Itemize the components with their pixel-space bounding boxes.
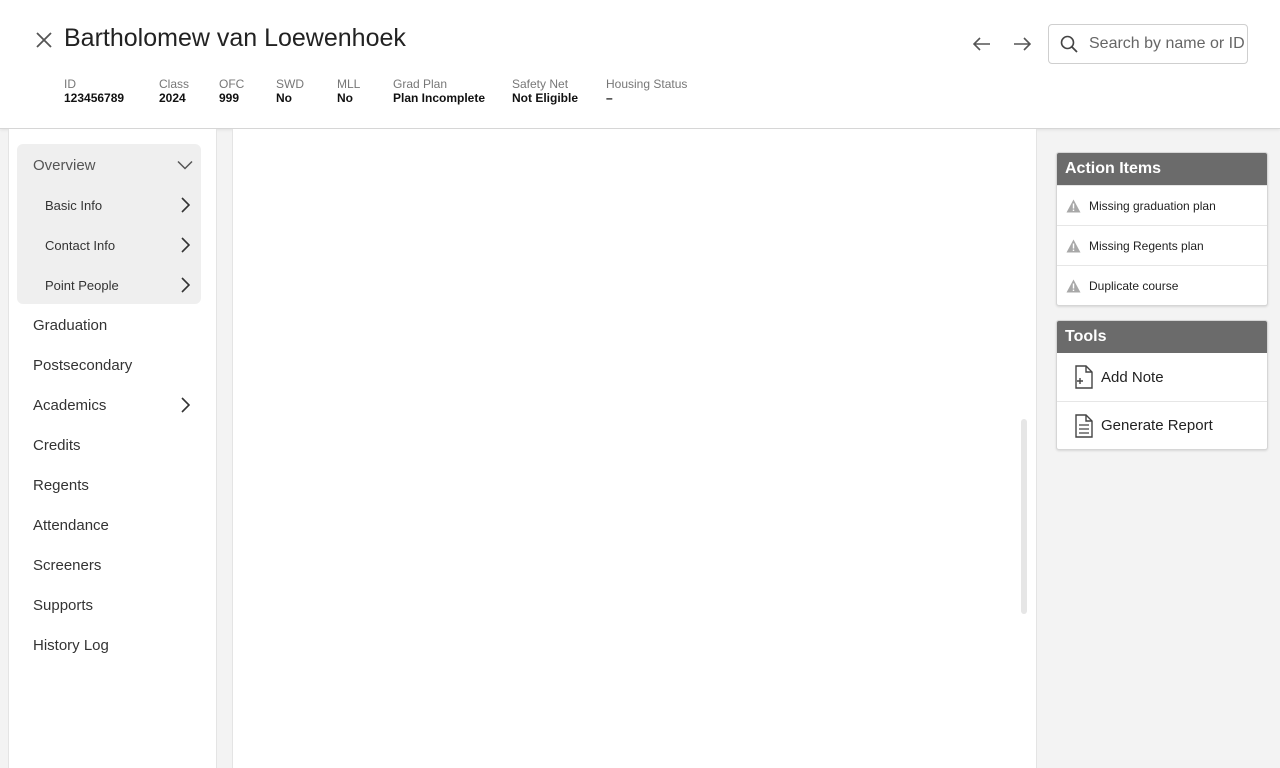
sidebar-item-label: Academics bbox=[33, 396, 107, 414]
chevron-right-icon bbox=[177, 197, 193, 213]
chevron-down-icon bbox=[177, 157, 193, 173]
tool-label: Add Note bbox=[1101, 368, 1164, 386]
sidebar-item-attendance[interactable]: Attendance bbox=[33, 514, 193, 536]
next-student-button[interactable] bbox=[1010, 30, 1034, 58]
sidebar-item-label: Supports bbox=[33, 596, 94, 614]
sidebar-item-label: Attendance bbox=[33, 516, 109, 534]
sidebar-item-graduation[interactable]: Graduation bbox=[33, 314, 193, 336]
overview-group: Overview Basic Info Contact Info Point P… bbox=[17, 144, 201, 304]
chevron-right-icon bbox=[177, 277, 193, 293]
sidebar-item-label: History Log bbox=[33, 636, 109, 654]
tools-panel: Tools Add Note Generate Report bbox=[1056, 320, 1268, 450]
sidebar-item-academics[interactable]: Academics bbox=[33, 394, 193, 416]
action-item[interactable]: Duplicate course bbox=[1057, 265, 1267, 305]
sidebar-item-label: Overview bbox=[33, 156, 96, 174]
previous-student-button[interactable] bbox=[970, 30, 994, 58]
action-item-label: Duplicate course bbox=[1089, 278, 1179, 293]
sidebar-item-postsecondary[interactable]: Postsecondary bbox=[33, 354, 193, 376]
meta-value: 999 bbox=[219, 91, 240, 105]
sidebar-item-credits[interactable]: Credits bbox=[33, 434, 193, 456]
action-items-panel: Action Items Missing graduation plan Mis… bbox=[1056, 152, 1268, 306]
meta-label: MLL bbox=[337, 77, 361, 91]
action-item[interactable]: Missing Regents plan bbox=[1057, 225, 1267, 265]
meta-ofc: OFC 999 bbox=[219, 77, 244, 105]
meta-value: 2024 bbox=[159, 91, 186, 105]
sidebar-item-label: Credits bbox=[33, 436, 81, 454]
meta-label: Safety Net bbox=[512, 77, 569, 91]
meta-id: ID 123456789 bbox=[64, 77, 124, 105]
sidebar-item-history-log[interactable]: History Log bbox=[33, 634, 193, 656]
search-icon bbox=[1049, 25, 1089, 63]
meta-label: Class bbox=[159, 77, 190, 91]
sidebar-item-basic-info[interactable]: Basic Info bbox=[45, 194, 193, 216]
meta-label: OFC bbox=[219, 77, 245, 91]
sidebar-nav: Overview Basic Info Contact Info Point P… bbox=[8, 129, 217, 768]
sidebar-item-label: Point People bbox=[45, 277, 119, 293]
meta-value: No bbox=[337, 91, 353, 105]
meta-grad-plan: Grad Plan Plan Incomplete bbox=[393, 77, 485, 105]
meta-value: – bbox=[606, 91, 613, 105]
close-icon bbox=[36, 32, 52, 48]
sidebar-item-label: Graduation bbox=[33, 316, 108, 334]
warning-icon bbox=[1065, 198, 1081, 214]
sidebar-item-label: Regents bbox=[33, 476, 89, 494]
sidebar-item-supports[interactable]: Supports bbox=[33, 594, 193, 616]
student-navigation bbox=[970, 30, 1034, 58]
meta-class: Class 2024 bbox=[159, 77, 189, 105]
warning-icon bbox=[1065, 238, 1081, 254]
add-note-icon bbox=[1074, 365, 1094, 389]
panel-title: Action Items bbox=[1057, 153, 1267, 185]
meta-swd: SWD No bbox=[276, 77, 304, 105]
sidebar-item-overview[interactable]: Overview bbox=[33, 154, 193, 176]
student-header: Bartholomew van Loewenhoek ID 123456789 … bbox=[0, 0, 1280, 129]
chevron-right-icon bbox=[177, 397, 193, 413]
search-box bbox=[1048, 24, 1248, 64]
add-note-button[interactable]: Add Note bbox=[1057, 353, 1267, 401]
chevron-right-icon bbox=[177, 237, 193, 253]
sidebar-item-point-people[interactable]: Point People bbox=[45, 274, 193, 296]
meta-label: ID bbox=[64, 77, 76, 91]
main-content bbox=[232, 129, 1037, 768]
warning-icon bbox=[1065, 278, 1081, 294]
sidebar-item-label: Basic Info bbox=[45, 197, 103, 213]
sidebar-item-label: Contact Info bbox=[45, 237, 116, 253]
panel-title: Tools bbox=[1057, 321, 1267, 353]
sidebar-item-screeners[interactable]: Screeners bbox=[33, 554, 193, 576]
sidebar-item-label: Screeners bbox=[33, 556, 102, 574]
sidebar-item-contact-info[interactable]: Contact Info bbox=[45, 234, 193, 256]
report-icon bbox=[1074, 413, 1094, 438]
meta-value: 123456789 bbox=[64, 91, 125, 105]
meta-label: Housing Status bbox=[606, 77, 688, 91]
action-item-label: Missing graduation plan bbox=[1089, 198, 1216, 213]
meta-label: SWD bbox=[276, 77, 304, 91]
meta-housing-status: Housing Status – bbox=[606, 77, 687, 105]
arrow-right-icon bbox=[1014, 37, 1031, 51]
meta-mll: MLL No bbox=[337, 77, 360, 105]
arrow-left-icon bbox=[973, 37, 990, 51]
scrollbar-thumb[interactable] bbox=[1021, 419, 1027, 614]
generate-report-button[interactable]: Generate Report bbox=[1057, 401, 1267, 449]
meta-safety-net: Safety Net Not Eligible bbox=[512, 77, 578, 105]
sidebar-item-label: Postsecondary bbox=[33, 356, 133, 374]
search-input[interactable] bbox=[1089, 35, 1244, 53]
meta-value: Not Eligible bbox=[512, 91, 578, 105]
close-button[interactable] bbox=[32, 28, 56, 52]
student-name: Bartholomew van Loewenhoek bbox=[64, 24, 406, 52]
meta-value: No bbox=[276, 91, 292, 105]
tool-label: Generate Report bbox=[1101, 417, 1213, 434]
meta-label: Grad Plan bbox=[393, 77, 448, 91]
action-item[interactable]: Missing graduation plan bbox=[1057, 185, 1267, 225]
meta-value: Plan Incomplete bbox=[393, 91, 486, 105]
sidebar-item-regents[interactable]: Regents bbox=[33, 474, 193, 496]
action-item-label: Missing Regents plan bbox=[1089, 238, 1204, 253]
